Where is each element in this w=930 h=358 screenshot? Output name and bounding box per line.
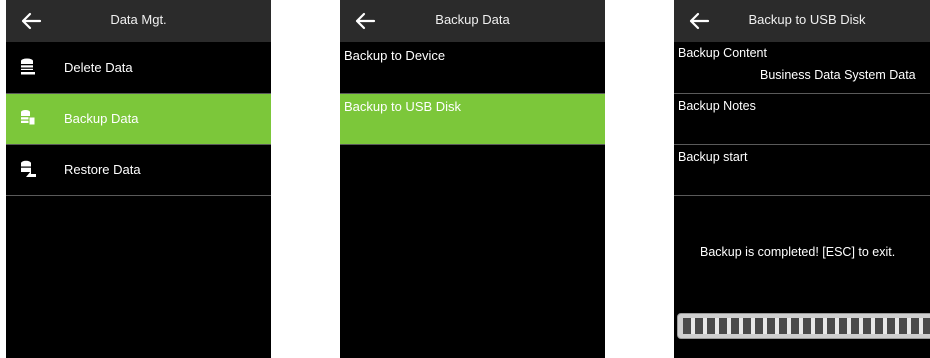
status-message: Backup is completed! [ESC] to exit.: [700, 245, 896, 259]
menu-item-label: Backup Data: [64, 111, 139, 126]
backup-to-usb-disk-screen: Backup to USB Disk Backup Content Busine…: [674, 0, 930, 358]
backup-data-icon: [21, 110, 36, 126]
backup-content-row[interactable]: Backup Content Business Data System Data: [674, 43, 930, 93]
divider: [340, 144, 605, 145]
menu-item-label: Backup to USB Disk: [344, 99, 462, 114]
backup-content-value: Business Data System Data: [760, 68, 916, 82]
data-mgt-screen: Data Mgt. Delete Data Backup Data Restor…: [6, 0, 271, 358]
title-bar: Data Mgt.: [6, 0, 271, 42]
menu-item-restore-data[interactable]: Restore Data: [6, 145, 271, 195]
backup-start-row[interactable]: Backup start: [674, 145, 930, 195]
divider: [674, 195, 930, 196]
menu-item-delete-data[interactable]: Delete Data: [6, 43, 271, 93]
menu-item-label: Backup to Device: [344, 48, 446, 63]
restore-data-icon: [21, 160, 36, 177]
delete-data-icon: [21, 58, 35, 75]
menu-item-backup-data[interactable]: Backup Data: [6, 94, 271, 144]
page-title: Data Mgt.: [110, 12, 167, 27]
menu-item-backup-to-device[interactable]: Backup to Device: [340, 43, 605, 93]
backup-content-label: Backup Content: [678, 46, 767, 60]
menu-item-label: Delete Data: [64, 60, 133, 75]
page-title: Backup Data: [435, 12, 510, 27]
back-arrow-icon[interactable]: [354, 11, 376, 31]
divider: [6, 195, 271, 196]
page-title: Backup to USB Disk: [748, 12, 866, 27]
menu-item-label: Restore Data: [64, 162, 141, 177]
backup-notes-label: Backup Notes: [678, 99, 756, 113]
progress-fill: [683, 318, 930, 334]
back-arrow-icon[interactable]: [20, 11, 42, 31]
backup-data-screen: Backup Data Backup to Device Backup to U…: [340, 0, 605, 358]
menu-item-backup-to-usb-disk[interactable]: Backup to USB Disk: [340, 94, 605, 144]
backup-notes-row[interactable]: Backup Notes: [674, 94, 930, 144]
backup-start-label: Backup start: [678, 150, 748, 164]
title-bar: Backup Data: [340, 0, 605, 42]
progress-bar: [677, 313, 930, 339]
title-bar: Backup to USB Disk: [674, 0, 930, 42]
